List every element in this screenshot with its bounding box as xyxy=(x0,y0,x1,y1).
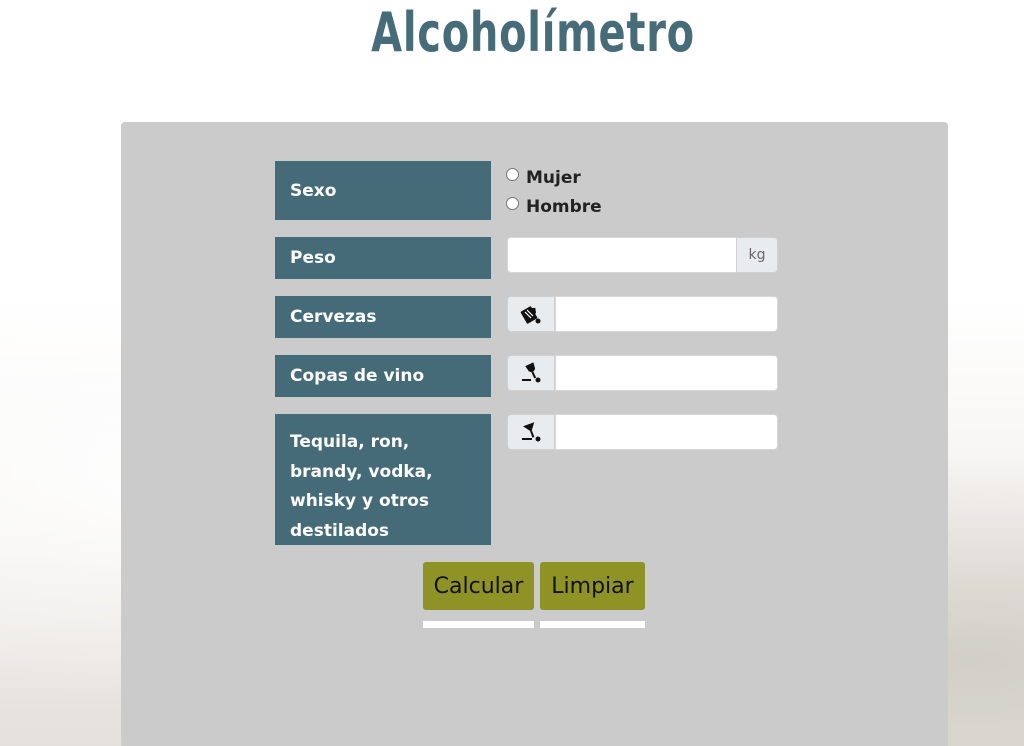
calcular-button-underline xyxy=(423,621,534,628)
cervezas-label-text: Cervezas xyxy=(290,307,377,327)
peso-unit-addon: kg xyxy=(736,237,778,273)
vino-label: Copas de vino xyxy=(275,355,491,397)
sexo-label: Sexo xyxy=(275,161,491,220)
cocktail-glass-icon xyxy=(522,422,541,442)
vino-label-text: Copas de vino xyxy=(290,366,425,386)
destilados-label-text: Tequila, ron, brandy, vodka, whisky y ot… xyxy=(290,432,433,541)
radio-mujer[interactable] xyxy=(506,167,519,181)
limpiar-button-underline xyxy=(540,621,645,628)
radio-option-hombre[interactable]: Hombre xyxy=(506,196,602,217)
limpiar-button[interactable]: Limpiar xyxy=(540,562,645,610)
calcular-button[interactable]: Calcular xyxy=(423,562,534,610)
sexo-label-text: Sexo xyxy=(290,180,337,201)
page-title: Alcoholímetro xyxy=(371,1,695,64)
cervezas-label: Cervezas xyxy=(275,296,491,338)
cocktail-addon xyxy=(507,414,555,450)
radio-mujer-label: Mujer xyxy=(526,168,581,188)
beer-addon xyxy=(507,296,555,332)
radio-option-mujer[interactable]: Mujer xyxy=(506,167,581,188)
radio-hombre-label: Hombre xyxy=(526,197,602,217)
wine-addon xyxy=(507,355,555,391)
wine-glass-icon xyxy=(522,362,541,383)
beer-mug-icon xyxy=(520,306,541,324)
radio-hombre[interactable] xyxy=(506,196,519,210)
vino-input[interactable] xyxy=(555,355,778,391)
destilados-label: Tequila, ron, brandy, vodka, whisky y ot… xyxy=(275,414,491,545)
peso-label-text: Peso xyxy=(290,248,336,268)
cervezas-input[interactable] xyxy=(555,296,778,332)
peso-input[interactable] xyxy=(507,237,737,273)
peso-label: Peso xyxy=(275,237,491,279)
destilados-input[interactable] xyxy=(555,414,778,450)
